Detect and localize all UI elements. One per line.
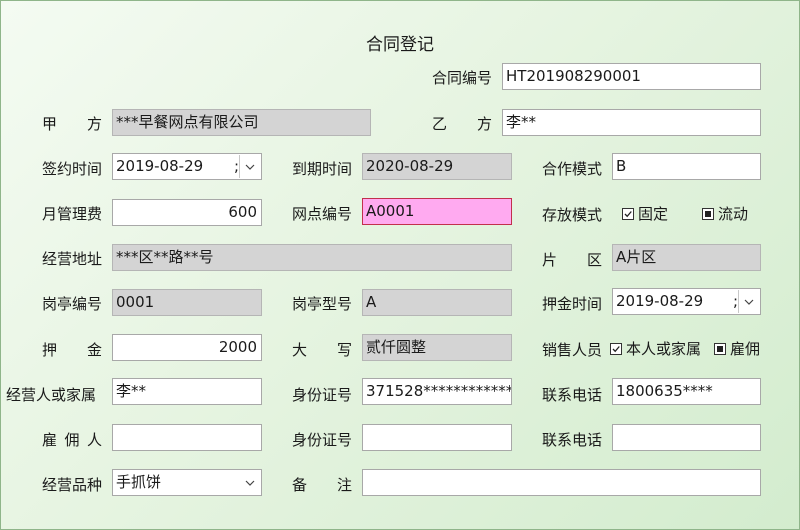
remarks-label: 备 注 bbox=[292, 476, 353, 494]
kiosk-no-label: 岗亭编号 bbox=[42, 295, 103, 313]
sales-self-label: 本人或家属 bbox=[626, 340, 702, 358]
coop-mode-field[interactable]: B bbox=[612, 153, 761, 180]
sales-hired-label: 雇佣 bbox=[730, 340, 761, 358]
product-value: 手抓饼 bbox=[116, 473, 162, 491]
checkbox-checked-icon[interactable] bbox=[610, 343, 622, 355]
chevron-down-icon[interactable] bbox=[239, 155, 260, 178]
storage-mobile-option[interactable]: 流动 bbox=[702, 200, 748, 228]
sign-date-picker[interactable]: 2019-08-29 ; bbox=[112, 153, 262, 180]
deposit-caps-field[interactable]: 贰仟圆整 bbox=[362, 334, 512, 361]
operator-label: 经营人或家属 bbox=[6, 386, 97, 404]
storage-fixed-option[interactable]: 固定 bbox=[622, 200, 668, 228]
operator-id-label: 身份证号 bbox=[292, 386, 353, 404]
deposit-caps-label: 大 写 bbox=[292, 341, 353, 359]
operator-phone-field[interactable]: 1800635**** bbox=[612, 378, 761, 405]
monthly-fee-field[interactable]: 600 bbox=[112, 199, 262, 226]
district-field[interactable]: A片区 bbox=[612, 244, 761, 271]
deposit-field[interactable]: 2000 bbox=[112, 334, 262, 361]
kiosk-type-label: 岗亭型号 bbox=[292, 295, 353, 313]
party-b-field[interactable]: 李** bbox=[502, 109, 761, 136]
storage-mobile-label: 流动 bbox=[718, 205, 749, 223]
sign-date-label: 签约时间 bbox=[42, 160, 103, 178]
expire-date-label: 到期时间 bbox=[292, 160, 353, 178]
employee-id-field[interactable] bbox=[362, 424, 512, 451]
remarks-field[interactable] bbox=[362, 469, 761, 496]
checkbox-indeterminate-icon[interactable] bbox=[714, 343, 726, 355]
sales-self-option[interactable]: 本人或家属 bbox=[610, 335, 701, 363]
storage-mode-label: 存放模式 bbox=[542, 206, 603, 224]
employee-id-label: 身份证号 bbox=[292, 431, 353, 449]
form-title: 合同登记 bbox=[366, 35, 434, 55]
operator-phone-label: 联系电话 bbox=[542, 386, 603, 404]
contract-no-field[interactable]: HT201908290001 bbox=[502, 63, 761, 90]
kiosk-type-field[interactable]: A bbox=[362, 289, 512, 316]
party-b-label: 乙 方 bbox=[432, 115, 493, 133]
operator-id-field[interactable]: 371528************ bbox=[362, 378, 512, 405]
deposit-date-value: 2019-08-29 bbox=[616, 292, 704, 310]
party-a-label: 甲 方 bbox=[42, 115, 103, 133]
sales-hired-option[interactable]: 雇佣 bbox=[714, 335, 760, 363]
address-field[interactable]: ***区**路**号 bbox=[112, 244, 512, 271]
employee-phone-field[interactable] bbox=[612, 424, 761, 451]
deposit-label: 押 金 bbox=[42, 341, 103, 359]
district-label: 片 区 bbox=[542, 251, 603, 269]
chevron-down-icon[interactable] bbox=[738, 290, 759, 313]
party-a-field[interactable]: ***早餐网点有限公司 bbox=[112, 109, 371, 136]
storage-fixed-label: 固定 bbox=[638, 205, 669, 223]
employee-phone-label: 联系电话 bbox=[542, 431, 603, 449]
product-select[interactable]: 手抓饼 bbox=[112, 469, 262, 496]
checkbox-indeterminate-icon[interactable] bbox=[702, 208, 714, 220]
monthly-fee-label: 月管理费 bbox=[42, 205, 103, 223]
checkbox-checked-icon[interactable] bbox=[622, 208, 634, 220]
kiosk-no-field[interactable]: 0001 bbox=[112, 289, 262, 316]
operator-field[interactable]: 李** bbox=[112, 378, 262, 405]
deposit-date-picker[interactable]: 2019-08-29 ; bbox=[612, 288, 761, 315]
contract-no-label: 合同编号 bbox=[432, 69, 493, 87]
employee-label: 雇 佣 人 bbox=[42, 431, 103, 449]
chevron-down-icon[interactable] bbox=[243, 470, 257, 495]
coop-mode-label: 合作模式 bbox=[542, 160, 603, 178]
employee-field[interactable] bbox=[112, 424, 262, 451]
outlet-no-label: 网点编号 bbox=[292, 205, 353, 223]
product-label: 经营品种 bbox=[42, 476, 103, 494]
outlet-no-field[interactable]: A0001 bbox=[362, 198, 512, 225]
sales-label: 销售人员 bbox=[542, 341, 603, 359]
expire-date-field[interactable]: 2020-08-29 bbox=[362, 153, 512, 180]
address-label: 经营地址 bbox=[42, 250, 103, 268]
deposit-date-label: 押金时间 bbox=[542, 295, 603, 313]
sign-date-value: 2019-08-29 bbox=[116, 157, 204, 175]
